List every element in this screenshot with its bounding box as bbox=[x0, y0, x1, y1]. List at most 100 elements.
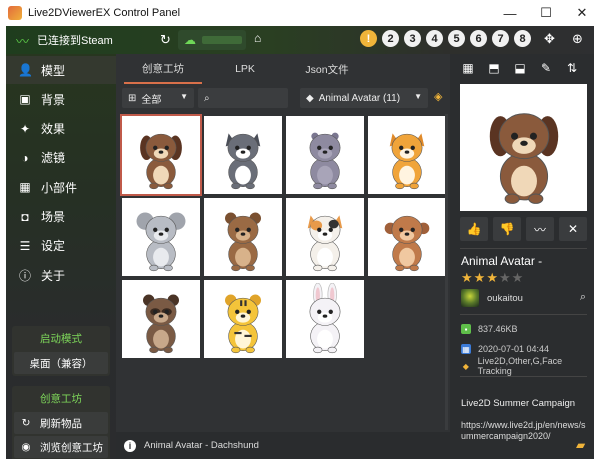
star-icon: ★ bbox=[498, 270, 512, 285]
filter-bar: ⊞ 全部 ▼ ⌕ ◆ Animal Avatar (11) ▼ ◈ bbox=[116, 86, 450, 110]
app-icon bbox=[8, 6, 22, 20]
sliders-icon: ☰ bbox=[19, 238, 31, 253]
grid-item-cat[interactable] bbox=[286, 198, 364, 276]
profile-slot-1[interactable]: ! bbox=[360, 30, 377, 47]
profile-slot-7[interactable]: 7 bbox=[492, 30, 509, 47]
eye-icon: ◉ bbox=[21, 441, 31, 453]
grid-item-fox[interactable] bbox=[368, 116, 446, 194]
sparkle-icon: ✦ bbox=[19, 121, 31, 136]
chevron-down-icon: ▼ bbox=[414, 92, 422, 101]
tab-1[interactable]: LPK bbox=[206, 54, 284, 84]
move-icon[interactable]: ✥ bbox=[544, 31, 555, 47]
sidebar-item-7[interactable]: ⓘ 关于 bbox=[6, 261, 116, 289]
profile-slot-6[interactable]: 6 bbox=[470, 30, 487, 47]
workshop-button-label: 浏览创意工坊 bbox=[40, 441, 103, 454]
minimize-button[interactable]: — bbox=[492, 0, 528, 26]
workshop-button-1[interactable]: ◉ 浏览创意工坊 bbox=[14, 436, 108, 458]
sidebar-item-0[interactable]: 👤 模型 bbox=[6, 56, 116, 84]
person-icon: 👤 bbox=[18, 63, 33, 77]
sidebar-item-label: 场景 bbox=[41, 210, 66, 224]
tag-filter-icon[interactable]: ◈ bbox=[434, 90, 442, 103]
refresh-icon[interactable]: ↻ bbox=[160, 32, 171, 48]
star-icon: ★ bbox=[486, 270, 499, 285]
workshop-button-label: 刷新物品 bbox=[40, 417, 82, 430]
chevron-down-icon: ▼ bbox=[180, 92, 188, 101]
export-file-icon[interactable]: ⬓ bbox=[512, 61, 528, 77]
divider bbox=[460, 314, 587, 315]
widgets-icon: ▦ bbox=[19, 180, 31, 195]
grid-view-icon[interactable]: ▦ bbox=[460, 61, 476, 77]
maximize-button[interactable]: ☐ bbox=[528, 0, 564, 26]
steam-link-button[interactable]: 〰 bbox=[526, 217, 554, 241]
target-icon[interactable]: ⊕ bbox=[572, 31, 583, 47]
unsubscribe-button[interactable]: ✕ bbox=[559, 217, 587, 241]
status-text: Animal Avatar - Dachshund bbox=[144, 440, 259, 451]
window-title: Live2DViewerEX Control Panel bbox=[28, 7, 181, 19]
import-file-icon[interactable]: ⬒ bbox=[486, 61, 502, 77]
size-row: ▪ 837.46KB bbox=[461, 322, 518, 336]
sidebar-item-3[interactable]: ◑ 滤镜 bbox=[6, 144, 116, 172]
grid-item-rabbit[interactable] bbox=[286, 280, 364, 358]
like-button[interactable]: 👍 bbox=[460, 217, 488, 241]
grid-item-tiger[interactable] bbox=[204, 280, 282, 358]
store-icon[interactable]: ⌂ bbox=[254, 31, 261, 45]
search-icon[interactable]: ⌕ bbox=[580, 291, 586, 304]
grid-item-husky[interactable] bbox=[204, 116, 282, 194]
sidebar-item-label: 背景 bbox=[41, 92, 66, 107]
tab-0[interactable]: 创意工坊 bbox=[124, 54, 202, 84]
sidebar-item-label: 模型 bbox=[41, 63, 66, 78]
grid-item-dog[interactable] bbox=[120, 114, 202, 196]
profile-slot-8[interactable]: 8 bbox=[514, 30, 531, 47]
description-url[interactable]: https://www.live2d.jp/en/news/summercamp… bbox=[461, 420, 589, 442]
grid-item-koala[interactable] bbox=[122, 198, 200, 276]
title-bar: Live2DViewerEX Control Panel — ☐ ✕ bbox=[0, 0, 600, 26]
thumbs-down-icon: 👎 bbox=[499, 222, 515, 236]
profile-slot-4[interactable]: 4 bbox=[426, 30, 443, 47]
sidebar-item-label: 关于 bbox=[41, 268, 66, 283]
steam-icon: 〰 bbox=[16, 33, 30, 49]
edit-icon[interactable]: ✎ bbox=[538, 61, 554, 77]
tab-2[interactable]: Json文件 bbox=[288, 54, 366, 84]
grid-item-monkey[interactable] bbox=[368, 198, 446, 276]
star-icon: ★ bbox=[511, 270, 525, 285]
search-box[interactable]: ⌕ bbox=[198, 88, 288, 108]
tag-select[interactable]: ◆ Animal Avatar (11) ▼ bbox=[300, 88, 428, 108]
sort-icon[interactable]: ⇅ bbox=[564, 61, 580, 77]
tag-icon: ◆ bbox=[462, 361, 469, 371]
sidebar-item-label: 小部件 bbox=[41, 180, 78, 195]
item-actions: 👍 👎 〰 ✕ bbox=[460, 217, 587, 241]
sidebar-item-1[interactable]: ▣ 背景 bbox=[6, 85, 116, 113]
cloud-progress bbox=[202, 36, 242, 44]
folder-icon[interactable]: ▰ bbox=[576, 438, 585, 452]
close-button[interactable]: ✕ bbox=[564, 0, 600, 26]
profile-slot-3[interactable]: 3 bbox=[404, 30, 421, 47]
sidebar: 👤 模型 ▣ 背景 ✦ 效果 ◑ 滤镜 ▦ 小部件 ◘ 场景 ☰ 设定 ⓘ 关于 启动模式 桌面（兼容） 创意… bbox=[6, 54, 116, 459]
category-select[interactable]: ⊞ 全部 ▼ bbox=[122, 88, 194, 108]
contrast-icon: ◑ bbox=[21, 150, 29, 165]
sidebar-item-4[interactable]: ▦ 小部件 bbox=[6, 173, 116, 201]
refresh-icon: ↻ bbox=[21, 417, 31, 429]
workshop-section: 创意工坊 ↻刷新物品◉浏览创意工坊⚒上传物品 bbox=[12, 386, 110, 459]
startup-mode-select[interactable]: 桌面（兼容） bbox=[14, 352, 108, 374]
tree-icon: ⊞ bbox=[128, 92, 137, 104]
thumbs-up-icon: 👍 bbox=[466, 222, 482, 236]
info-icon: ⓘ bbox=[18, 268, 31, 283]
sidebar-item-5[interactable]: ◘ 场景 bbox=[6, 203, 116, 231]
profile-slot-2[interactable]: 2 bbox=[382, 30, 399, 47]
dislike-button[interactable]: 👎 bbox=[493, 217, 521, 241]
profile-slot-5[interactable]: 5 bbox=[448, 30, 465, 47]
star-icon: ★ bbox=[461, 270, 474, 285]
sidebar-item-label: 效果 bbox=[41, 122, 66, 137]
sidebar-item-2[interactable]: ✦ 效果 bbox=[6, 115, 116, 143]
grid-item-raccoon[interactable] bbox=[122, 280, 200, 358]
sidebar-item-6[interactable]: ☰ 设定 bbox=[6, 232, 116, 260]
grid-item-bear[interactable] bbox=[204, 198, 282, 276]
grid-item-hippo[interactable] bbox=[286, 116, 364, 194]
workshop-button-0[interactable]: ↻ 刷新物品 bbox=[14, 412, 108, 434]
content-panel: 创意工坊 LPK Json文件 ⊞ 全部 ▼ ⌕ ◆ Animal Avatar (… bbox=[116, 54, 450, 459]
camera-icon: ◘ bbox=[21, 209, 29, 224]
grid-scrollbar[interactable] bbox=[445, 114, 448, 430]
update-date: 2020-07-01 04:44 bbox=[478, 344, 550, 354]
cloud-sync[interactable]: ☁ bbox=[178, 30, 246, 50]
info-icon: i bbox=[124, 439, 136, 452]
